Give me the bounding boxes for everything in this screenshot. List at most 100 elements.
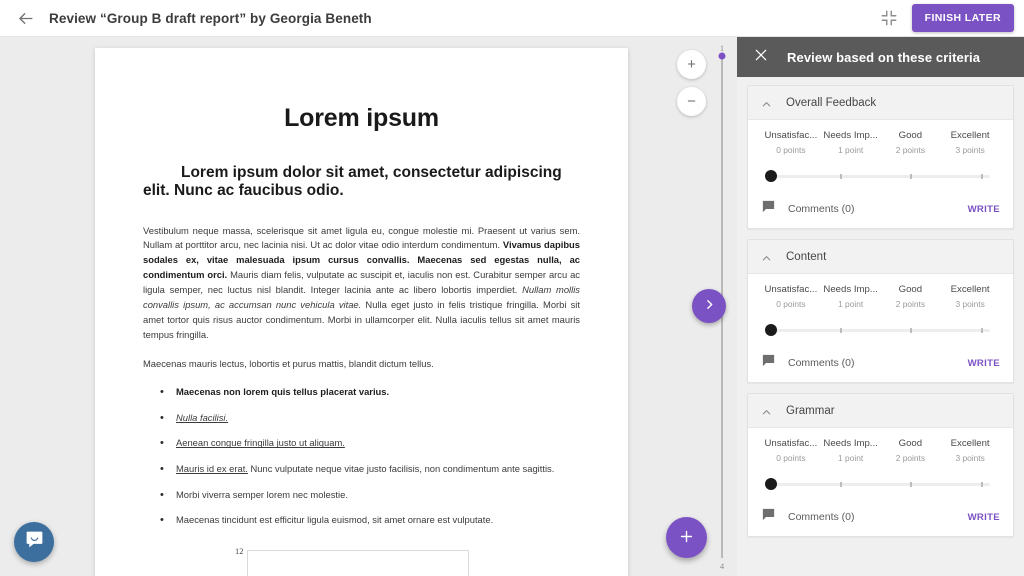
chevron-right-icon	[703, 298, 716, 314]
criterion-header[interactable]: Grammar	[748, 394, 1013, 428]
rubric-level[interactable]: Needs Imp... 1 point	[821, 438, 881, 463]
criterion-title: Grammar	[786, 404, 835, 417]
close-icon[interactable]	[753, 47, 769, 68]
rubric-level-points: 2 points	[895, 299, 926, 309]
write-comment-link[interactable]: WRITE	[968, 358, 1000, 369]
criterion-footer: Comments (0) WRITE	[761, 507, 1000, 527]
comment-icon	[761, 353, 776, 373]
zoom-out-button[interactable]: −	[677, 87, 706, 116]
rubric-level[interactable]: Unsatisfac... 0 points	[761, 438, 821, 463]
criterion-body: Unsatisfac... 0 points Needs Imp... 1 po…	[748, 120, 1013, 228]
write-comment-link[interactable]: WRITE	[968, 204, 1000, 215]
criterion-card: Overall Feedback Unsatisfac... 0 points …	[747, 85, 1014, 229]
panel-toggle-button[interactable]	[692, 289, 726, 323]
rubric-level-name: Unsatisfac...	[764, 438, 818, 449]
rubric-level-name: Needs Imp...	[823, 130, 878, 141]
write-comment-link[interactable]: WRITE	[968, 512, 1000, 523]
criteria-panel-header: Review based on these criteria	[737, 37, 1024, 77]
chat-launcher-button[interactable]	[14, 522, 54, 562]
comments-label: Comments (0)	[788, 203, 855, 215]
list-item-underline: Aenean congue fringilla justo ut aliquam…	[176, 437, 345, 449]
rubric-level-name: Excellent	[950, 438, 990, 449]
rubric-level-name: Good	[898, 438, 923, 449]
rubric-levels: Unsatisfac... 0 points Needs Imp... 1 po…	[761, 130, 1000, 155]
rubric-level[interactable]: Excellent 3 points	[940, 284, 1000, 309]
page-number-last: 4	[719, 561, 725, 571]
page-rail-thumb[interactable]	[718, 52, 726, 60]
slider-tick	[980, 328, 983, 333]
finish-later-button[interactable]: FINISH LATER	[911, 4, 1014, 32]
slider-tick	[980, 174, 983, 179]
fullscreen-exit-icon[interactable]	[880, 9, 898, 27]
list-item-text: Morbi viverra semper lorem nec molestie.	[176, 488, 348, 500]
list-item: Maecenas non lorem quis tellus placerat …	[143, 384, 580, 401]
rubric-slider[interactable]	[761, 475, 1000, 495]
rubric-level-points: 0 points	[776, 299, 806, 309]
comment-icon	[761, 507, 776, 527]
slider-thumb[interactable]	[765, 324, 777, 336]
slider-tick	[839, 174, 842, 179]
rubric-level-points: 0 points	[776, 145, 806, 155]
rubric-level[interactable]: Good 2 points	[881, 130, 941, 155]
criterion-header[interactable]: Overall Feedback	[748, 86, 1013, 120]
rubric-level-points: 2 points	[895, 145, 926, 155]
criterion-footer: Comments (0) WRITE	[761, 199, 1000, 219]
slider-tick	[980, 482, 983, 487]
rubric-level-points: 1 point	[838, 299, 864, 309]
list-item-underline: Mauris id ex erat.	[176, 463, 248, 475]
chart-y-axis-label: 12	[235, 545, 244, 556]
rubric-level[interactable]: Unsatisfac... 0 points	[761, 284, 821, 309]
rubric-level[interactable]: Good 2 points	[881, 438, 941, 463]
plus-icon	[678, 528, 695, 548]
rubric-level-points: 1 point	[838, 453, 864, 463]
criterion-body: Unsatisfac... 0 points Needs Imp... 1 po…	[748, 428, 1013, 536]
criteria-panel-title: Review based on these criteria	[787, 49, 981, 65]
chevron-up-icon	[761, 405, 772, 416]
rubric-level-name: Needs Imp...	[823, 284, 878, 295]
criteria-list[interactable]: Overall Feedback Unsatisfac... 0 points …	[737, 77, 1024, 576]
arrow-left-icon	[16, 9, 35, 28]
zoom-in-button[interactable]: +	[677, 50, 706, 79]
document-heading-1: Lorem ipsum	[284, 104, 439, 132]
chat-bubble-icon	[24, 529, 45, 555]
rubric-levels: Unsatisfac... 0 points Needs Imp... 1 po…	[761, 438, 1000, 463]
page-title: Review “Group B draft report” by Georgia…	[49, 10, 372, 26]
rubric-level[interactable]: Excellent 3 points	[940, 438, 1000, 463]
slider-tick	[910, 482, 913, 487]
list-item: Morbi viverra semper lorem nec molestie.	[143, 487, 580, 504]
rubric-level-points: 3 points	[955, 299, 985, 309]
chart-plot-area	[246, 549, 469, 576]
rubric-level[interactable]: Excellent 3 points	[940, 130, 1000, 155]
back-button[interactable]	[8, 1, 42, 35]
list-item-text: Nunc vulputate neque vitae justo facilis…	[247, 463, 555, 475]
slider-thumb[interactable]	[765, 478, 777, 490]
criterion-header[interactable]: Content	[748, 240, 1013, 274]
criterion-card: Grammar Unsatisfac... 0 points Needs Imp…	[747, 393, 1014, 537]
rubric-level[interactable]: Good 2 points	[881, 284, 941, 309]
slider-track	[771, 329, 990, 332]
document-paragraph-2: Maecenas mauris lectus, lobortis et puru…	[143, 358, 434, 370]
page-number-first: 1	[719, 43, 725, 53]
rubric-level-points: 3 points	[955, 453, 985, 463]
rubric-level[interactable]: Needs Imp... 1 point	[821, 284, 881, 309]
document-page: Lorem ipsum Lorem ipsum dolor sit amet, …	[95, 48, 628, 576]
rubric-level-name: Good	[898, 130, 923, 141]
slider-tick	[910, 328, 913, 333]
list-item: Maecenas tincidunt est efficitur ligula …	[143, 512, 580, 529]
slider-thumb[interactable]	[765, 170, 777, 182]
rubric-level[interactable]: Needs Imp... 1 point	[821, 130, 881, 155]
list-item: Nulla facilisi.	[143, 410, 580, 427]
slider-tick	[839, 482, 842, 487]
document-canvas[interactable]: Lorem ipsum Lorem ipsum dolor sit amet, …	[0, 37, 737, 576]
document-heading-2: Lorem ipsum dolor sit amet, consectetur …	[143, 164, 562, 200]
rubric-level-name: Unsatisfac...	[764, 130, 818, 141]
rubric-level-name: Excellent	[950, 130, 990, 141]
add-comment-fab[interactable]	[666, 517, 707, 558]
rubric-slider[interactable]	[761, 167, 1000, 187]
rubric-slider[interactable]	[761, 321, 1000, 341]
rubric-level[interactable]: Unsatisfac... 0 points	[761, 130, 821, 155]
criterion-body: Unsatisfac... 0 points Needs Imp... 1 po…	[748, 274, 1013, 382]
list-item-bold: Maecenas non lorem quis tellus placerat …	[176, 386, 390, 398]
slider-tick	[839, 328, 842, 333]
document-bullet-list: Maecenas non lorem quis tellus placerat …	[143, 384, 580, 529]
